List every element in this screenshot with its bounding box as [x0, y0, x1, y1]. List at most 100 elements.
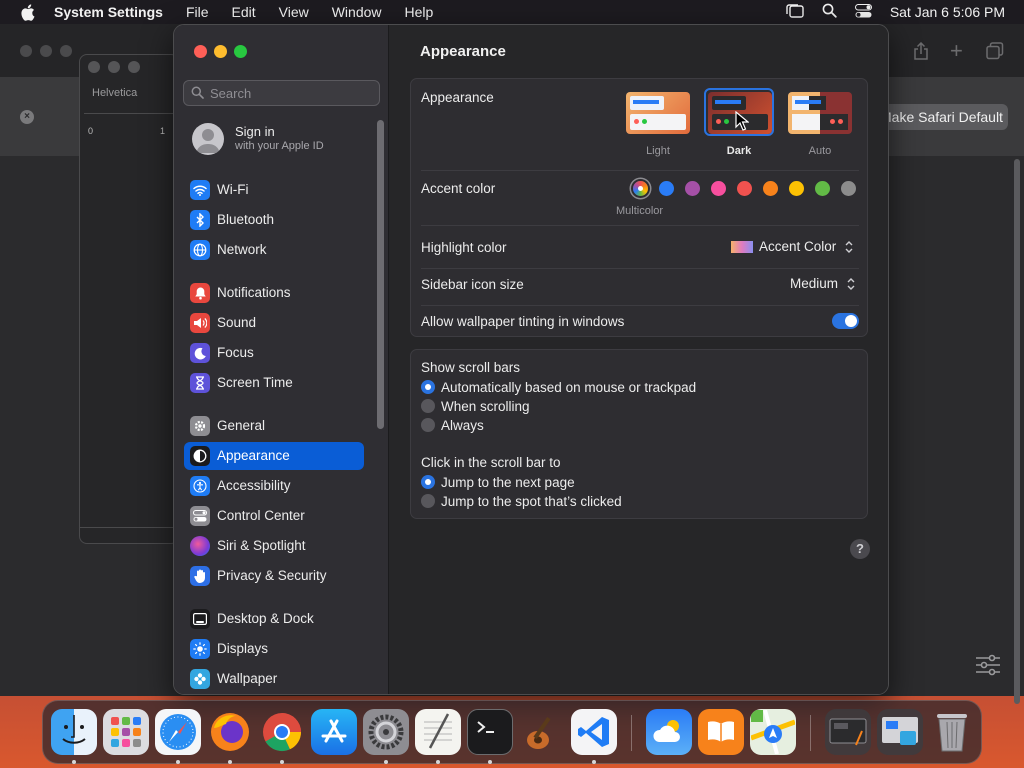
apple-id-signin[interactable]: Sign in with your Apple ID: [192, 123, 382, 159]
divider: [421, 305, 859, 306]
sidebar-item-wifi[interactable]: Wi-Fi: [184, 176, 364, 204]
tab-overview-icon[interactable]: [986, 42, 1004, 65]
sidebar-item-label: Bluetooth: [217, 212, 275, 227]
radio-jump-next-page[interactable]: Jump to the next page: [421, 474, 575, 490]
new-tab-icon[interactable]: +: [950, 38, 963, 64]
spotlight-search-icon[interactable]: [822, 3, 837, 21]
theme-light-preview: [626, 92, 690, 134]
dock-separator: [810, 715, 811, 751]
radio-jump-spot-clicked[interactable]: Jump to the spot that’s clicked: [421, 493, 622, 509]
running-indicator: [72, 760, 76, 764]
accent-purple-swatch[interactable]: [685, 181, 700, 196]
dock-chrome-icon[interactable]: [259, 709, 305, 755]
dock-garageband-icon[interactable]: [519, 709, 565, 755]
radio-scroll-when-scrolling[interactable]: When scrolling: [421, 398, 530, 414]
accent-green-swatch[interactable]: [815, 181, 830, 196]
dock-app-store-icon[interactable]: [311, 709, 357, 755]
dock-firefox-icon[interactable]: [207, 709, 253, 755]
sidebar-item-network[interactable]: Network: [184, 236, 364, 264]
radio-button[interactable]: [421, 418, 435, 432]
radio-scroll-always[interactable]: Always: [421, 417, 484, 433]
sun-icon: [190, 639, 210, 659]
sidebar-icon-size-popup[interactable]: Medium: [790, 276, 856, 291]
sidebar-item-label: Desktop & Dock: [217, 611, 314, 626]
sidebar-item-focus[interactable]: Focus: [184, 339, 364, 367]
theme-dark-label: Dark: [726, 145, 752, 157]
accent-orange-swatch[interactable]: [763, 181, 778, 196]
sidebar-item-control-center[interactable]: Control Center: [184, 502, 364, 530]
sidebar-item-displays[interactable]: Displays: [184, 635, 364, 663]
sidebar-item-sound[interactable]: Sound: [184, 309, 364, 337]
accent-multicolor-swatch[interactable]: [633, 181, 648, 196]
sidebar-item-siri-spotlight[interactable]: Siri & Spotlight: [184, 532, 364, 560]
sidebar-item-wallpaper[interactable]: Wallpaper: [184, 665, 364, 693]
minimize-button[interactable]: [214, 45, 227, 58]
dock-books-icon[interactable]: [698, 709, 744, 755]
banner-close-icon[interactable]: ×: [20, 110, 34, 124]
menu-help[interactable]: Help: [405, 4, 434, 20]
appearance-settings-group: Appearance Light Dark Auto Accent color …: [410, 78, 868, 337]
accent-blue-swatch[interactable]: [659, 181, 674, 196]
share-icon[interactable]: [913, 41, 929, 65]
menubar-clock[interactable]: Sat Jan 6 5:06 PM: [890, 4, 1005, 20]
menu-window[interactable]: Window: [332, 4, 382, 20]
radio-button[interactable]: [421, 475, 435, 489]
speaker-icon: [190, 313, 210, 333]
accent-graphite-swatch[interactable]: [841, 181, 856, 196]
control-center-menu-icon[interactable]: [854, 3, 872, 21]
moon-icon: [190, 343, 210, 363]
theme-auto-option[interactable]: [785, 89, 855, 137]
zoom-button[interactable]: [234, 45, 247, 58]
help-button[interactable]: ?: [850, 539, 870, 559]
radio-button[interactable]: [421, 399, 435, 413]
dock-maps-icon[interactable]: [750, 709, 796, 755]
theme-light-option[interactable]: [623, 89, 693, 137]
page-settings-icon[interactable]: [975, 654, 1001, 676]
dock-screenshot-thumb-icon[interactable]: [825, 709, 871, 755]
dock-weather-icon[interactable]: [646, 709, 692, 755]
radio-scroll-automatic[interactable]: Automatically based on mouse or trackpad: [421, 379, 696, 395]
accent-red-swatch[interactable]: [737, 181, 752, 196]
menu-edit[interactable]: Edit: [232, 4, 256, 20]
font-selector[interactable]: Helvetica: [92, 87, 137, 99]
radio-button[interactable]: [421, 380, 435, 394]
make-safari-default-button[interactable]: Make Safari Default: [880, 104, 1008, 130]
dock-textedit-icon[interactable]: [415, 709, 461, 755]
dock-terminal-icon[interactable]: [467, 709, 513, 755]
sidebar-item-general[interactable]: General: [184, 412, 364, 440]
dock-vscode-icon[interactable]: [571, 709, 617, 755]
search-icon: [191, 86, 204, 104]
wallpaper-tinting-toggle[interactable]: [832, 313, 859, 329]
sidebar-item-bluetooth[interactable]: Bluetooth: [184, 206, 364, 234]
menu-app-name[interactable]: System Settings: [54, 4, 163, 20]
dock-safari-icon[interactable]: [155, 709, 201, 755]
highlight-color-popup[interactable]: Accent Color: [731, 239, 854, 254]
sidebar-item-desktop-dock[interactable]: Desktop & Dock: [184, 605, 364, 633]
accent-yellow-swatch[interactable]: [789, 181, 804, 196]
dock-preview-thumb-icon[interactable]: [877, 709, 923, 755]
search-input[interactable]: Search: [183, 80, 380, 106]
dock-system-settings-icon[interactable]: [363, 709, 409, 755]
apple-menu-icon[interactable]: [19, 3, 35, 21]
sidebar-item-accessibility[interactable]: Accessibility: [184, 472, 364, 500]
dock-finder-icon[interactable]: [51, 709, 97, 755]
close-button[interactable]: [194, 45, 207, 58]
menu-file[interactable]: File: [186, 4, 209, 20]
sidebar-item-screen-time[interactable]: Screen Time: [184, 369, 364, 397]
dock-trash-icon[interactable]: [929, 709, 975, 755]
safari-scrollbar[interactable]: [1014, 159, 1020, 704]
sidebar-item-label: Siri & Spotlight: [217, 538, 306, 553]
sidebar-item-privacy-security[interactable]: Privacy & Security: [184, 562, 364, 590]
sidebar-item-notifications[interactable]: Notifications: [184, 279, 364, 307]
sidebar-item-appearance[interactable]: Appearance: [184, 442, 364, 470]
textedit-zoom-dot: [128, 61, 140, 73]
sidebar-scrollbar[interactable]: [377, 120, 384, 429]
running-indicator: [436, 760, 440, 764]
textedit-close-dot: [88, 61, 100, 73]
menu-view[interactable]: View: [279, 4, 309, 20]
dock-launchpad-icon[interactable]: [103, 709, 149, 755]
accent-pink-swatch[interactable]: [711, 181, 726, 196]
sidebar-icon-size-label: Sidebar icon size: [421, 277, 524, 292]
radio-button[interactable]: [421, 494, 435, 508]
stage-manager-icon[interactable]: [786, 3, 804, 21]
